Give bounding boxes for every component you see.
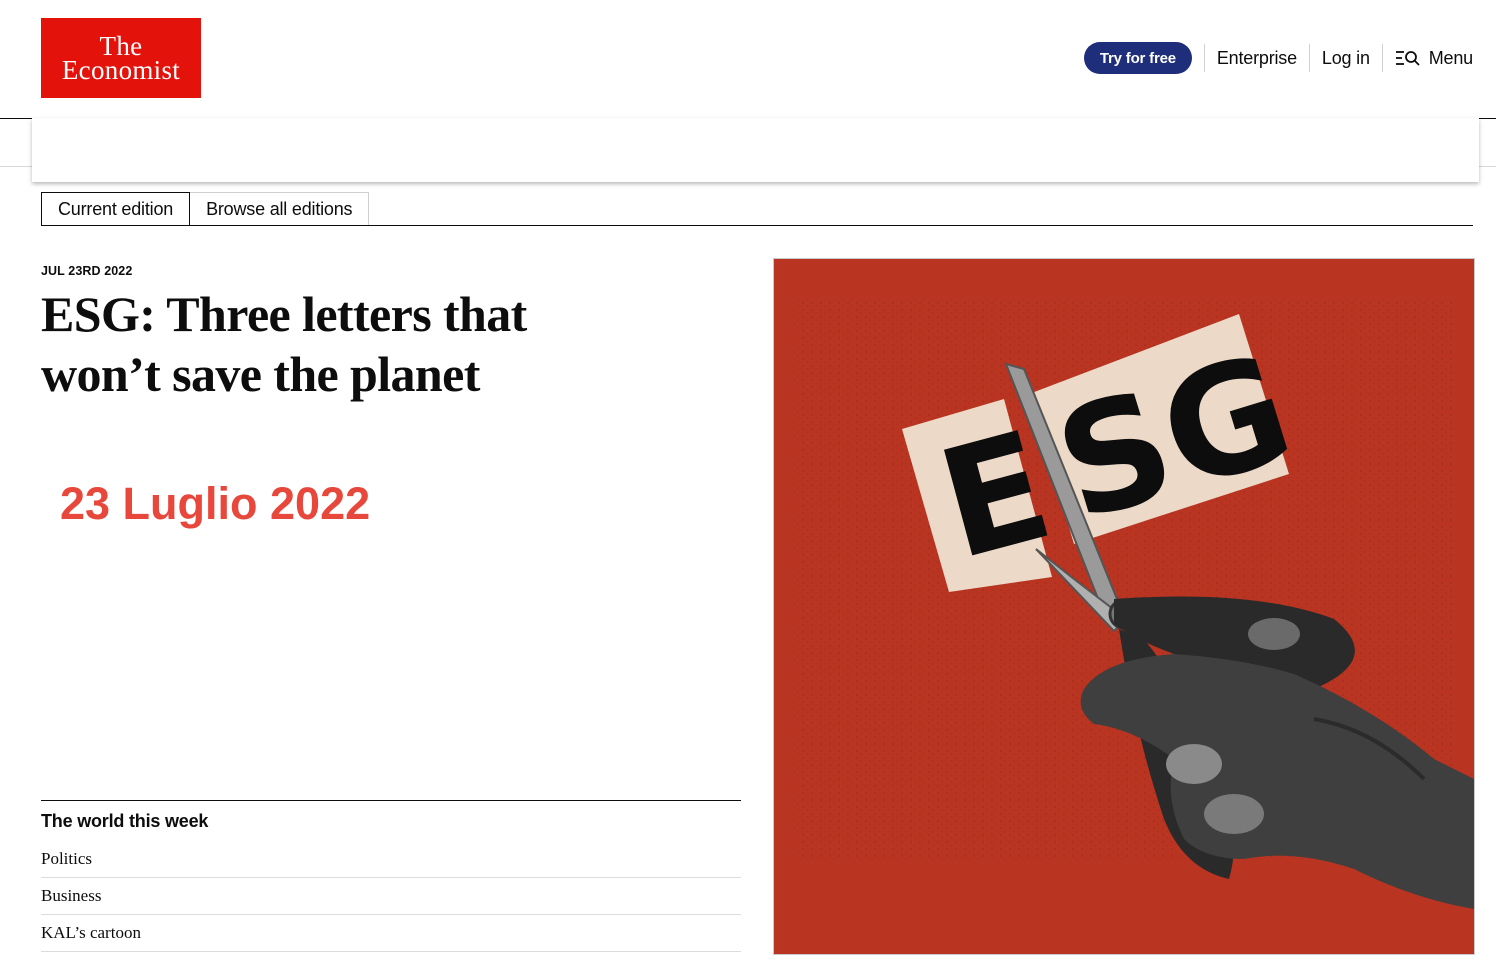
tab-baseline <box>41 225 1473 226</box>
menu-button[interactable]: Menu <box>1395 48 1473 69</box>
section-item-business[interactable]: Business <box>41 878 741 915</box>
nav-divider <box>1381 44 1383 72</box>
cover-headline[interactable]: ESG: Three letters that won’t save the p… <box>41 284 601 404</box>
economist-logo[interactable]: The Economist <box>41 18 201 98</box>
logo-line-2: Economist <box>61 55 181 85</box>
login-link[interactable]: Log in <box>1322 48 1370 69</box>
top-nav: Try for free Enterprise Log in Menu <box>1083 42 1473 74</box>
overlay-date: 23 Luglio 2022 <box>60 478 371 529</box>
section-title[interactable]: The world this week <box>41 811 741 832</box>
world-this-week-section: The world this week Politics Business KA… <box>41 800 741 952</box>
edition-tabs: Current edition Browse all editions <box>41 192 370 226</box>
menu-search-icon <box>1395 51 1420 66</box>
section-item-kals-cartoon[interactable]: KAL’s cartoon <box>41 915 741 952</box>
try-for-free-button[interactable]: Try for free <box>1083 42 1192 74</box>
tab-current-edition[interactable]: Current edition <box>41 192 191 226</box>
nav-divider <box>1308 44 1310 72</box>
section-list: Politics Business KAL’s cartoon <box>41 841 741 952</box>
tab-browse-all-editions[interactable]: Browse all editions <box>190 192 370 226</box>
site-header: The Economist Try for free Enterprise Lo… <box>0 0 1496 118</box>
nav-divider <box>1203 44 1205 72</box>
cover-image[interactable]: E SG <box>773 258 1475 955</box>
edition-date: JUL 23RD 2022 <box>41 264 133 278</box>
advert-banner <box>32 118 1479 182</box>
section-item-politics[interactable]: Politics <box>41 841 741 878</box>
enterprise-link[interactable]: Enterprise <box>1217 48 1297 69</box>
menu-label: Menu <box>1428 47 1473 68</box>
